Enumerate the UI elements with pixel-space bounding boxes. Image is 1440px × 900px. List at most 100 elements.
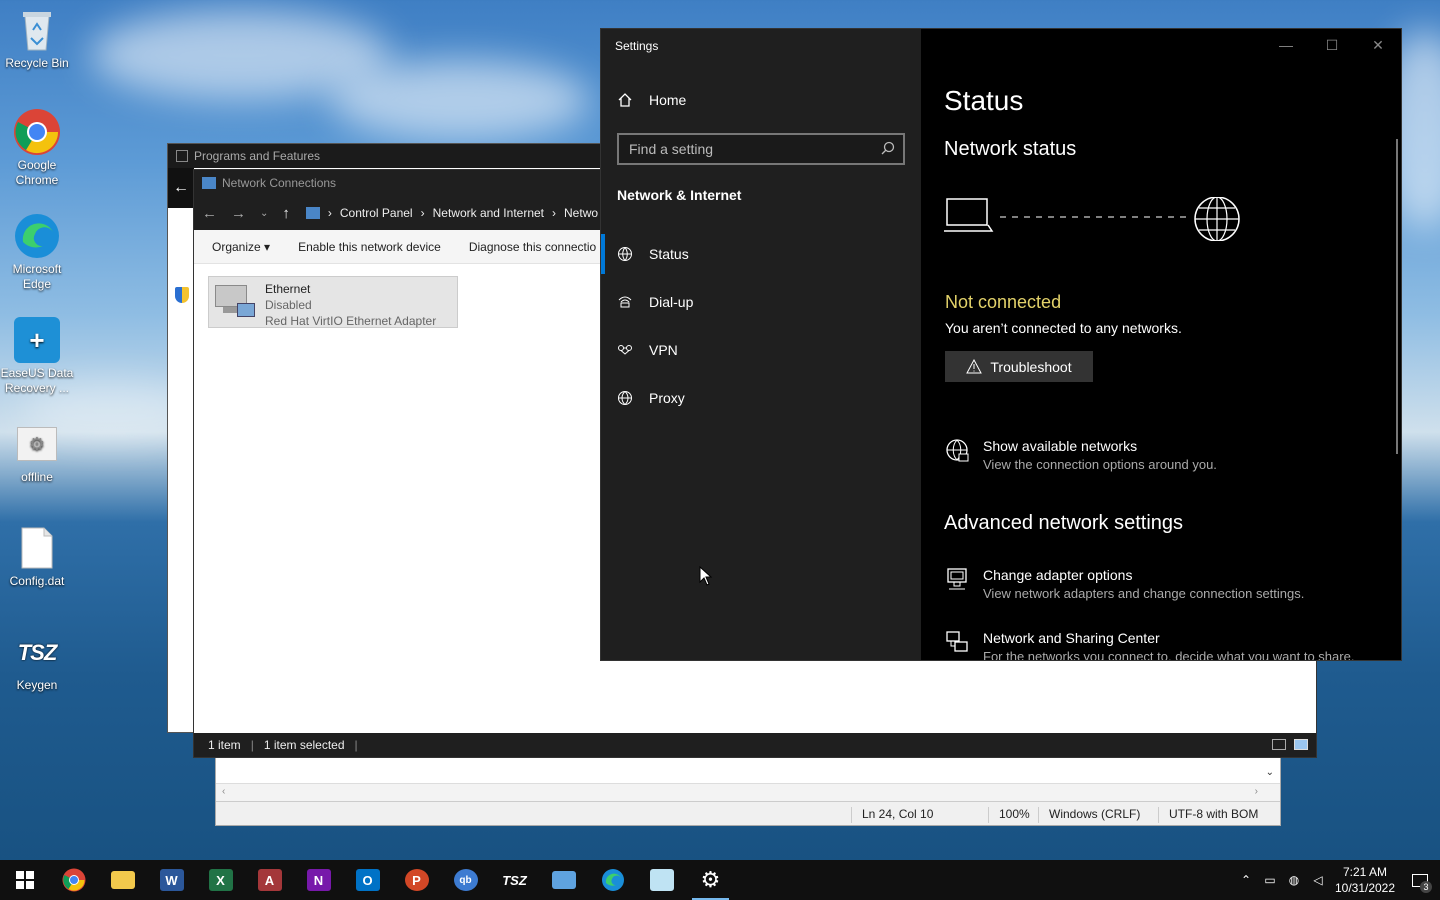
powerpoint-icon: P <box>404 869 429 891</box>
breadcrumb-network-and-internet[interactable]: Network and Internet <box>433 206 544 220</box>
breadcrumb[interactable]: › Control Panel › Network and Internet ›… <box>305 206 598 220</box>
recent-locations-icon[interactable]: ⌄ <box>260 208 268 219</box>
settings-search-input[interactable]: Find a setting <box>617 133 905 165</box>
taskbar: W X A N O P qb TSZ ⚙ ⌃ ▭ ◍ ◁ 7:21 AM 10/… <box>0 860 1440 900</box>
taskbar-settings[interactable]: ⚙ <box>686 860 735 900</box>
taskbar-file-explorer[interactable] <box>98 860 147 900</box>
system-tray: ⌃ ▭ ◍ ◁ 7:21 AM 10/31/2022 3 <box>1234 860 1440 900</box>
taskbar-edge[interactable] <box>588 860 637 900</box>
taskbar-qbittorrent[interactable]: qb <box>441 860 490 900</box>
minimize-icon[interactable]: — <box>1263 29 1309 61</box>
show-available-networks-link[interactable]: Show available networks View the connect… <box>945 438 1217 472</box>
section-title: Network & Internet <box>617 187 742 203</box>
chevron-up-icon[interactable]: ⌃ <box>1234 873 1258 887</box>
forward-icon[interactable]: → <box>231 205 246 222</box>
taskbar-powerpoint[interactable]: P <box>392 860 441 900</box>
nav-item-proxy[interactable]: Proxy <box>601 378 921 418</box>
close-icon[interactable]: ✕ <box>1355 29 1401 61</box>
qbittorrent-icon: qb <box>453 869 478 891</box>
connection-state: Not connected <box>945 292 1062 312</box>
network-globe-icon[interactable]: ◍ <box>1282 873 1306 887</box>
home-label: Home <box>649 92 687 108</box>
settings-sidebar: Settings Home Find a setting Network & I… <box>601 29 921 660</box>
breadcrumb-network-connections[interactable]: Netwo <box>564 206 598 220</box>
network-status-heading: Network status <box>944 138 1077 160</box>
start-button[interactable] <box>0 860 49 900</box>
nav-item-status[interactable]: Status <box>601 234 921 274</box>
edge-icon <box>601 869 624 891</box>
search-icon[interactable] <box>881 141 895 155</box>
nav-item-vpn[interactable]: VPN <box>601 330 921 370</box>
network-connections-icon <box>202 177 216 189</box>
change-adapter-options-link[interactable]: Change adapter options View network adap… <box>945 567 1304 601</box>
scroll-right-icon[interactable]: › <box>1255 786 1258 797</box>
programs-titlebar[interactable]: Programs and Features <box>168 144 606 168</box>
back-arrow-icon[interactable]: ← <box>168 168 194 208</box>
details-view-icon[interactable] <box>1272 739 1286 750</box>
file-explorer-icon <box>110 871 135 889</box>
search-placeholder: Find a setting <box>629 141 714 157</box>
scroll-left-icon[interactable]: ‹ <box>222 786 225 797</box>
volume-muted-icon[interactable]: ◁ <box>1306 873 1330 887</box>
clock-time: 7:21 AM <box>1342 865 1388 879</box>
desktop-icon-chrome[interactable]: Google Chrome <box>0 108 74 188</box>
clock[interactable]: 7:21 AM 10/31/2022 <box>1330 864 1400 896</box>
mouse-cursor-icon <box>699 566 713 586</box>
large-icons-view-icon[interactable] <box>1294 739 1308 750</box>
show-networks-desc: View the connection options around you. <box>983 457 1217 472</box>
up-icon[interactable]: ↑ <box>282 205 290 222</box>
taskbar-excel[interactable]: X <box>196 860 245 900</box>
desktop-icon-keygen[interactable]: TSZ Keygen <box>0 628 74 693</box>
advanced-settings-heading: Advanced network settings <box>944 512 1184 534</box>
taskbar-keygen[interactable]: TSZ <box>490 860 539 900</box>
desktop-icon-label: Keygen <box>16 678 58 692</box>
onenote-icon: N <box>306 869 331 891</box>
back-icon[interactable]: ← <box>202 205 217 222</box>
home-nav-item[interactable]: Home <box>617 92 686 108</box>
desktop-icon-label: Recycle Bin <box>5 56 69 70</box>
clock-date: 10/31/2022 <box>1334 881 1396 895</box>
taskbar-onenote[interactable]: N <box>294 860 343 900</box>
desktop-icon-offline[interactable]: ⚙ offline <box>0 420 74 485</box>
adapter-description: Red Hat VirtIO Ethernet Adapter <box>265 314 437 328</box>
desktop-icon-config[interactable]: Config.dat <box>0 524 74 589</box>
diagnose-button[interactable]: Diagnose this connectio <box>469 240 596 254</box>
enable-device-button[interactable]: Enable this network device <box>298 240 441 254</box>
settings-window[interactable]: Settings Home Find a setting Network & I… <box>600 28 1402 661</box>
networks-globe-icon <box>946 439 969 462</box>
settings-icon: ⚙ <box>700 867 721 892</box>
taskbar-network-connections[interactable] <box>539 860 588 900</box>
taskbar-access[interactable]: A <box>245 860 294 900</box>
maximize-icon[interactable]: ☐ <box>1309 29 1355 61</box>
taskbar-outlook[interactable]: O <box>343 860 392 900</box>
taskbar-notepad[interactable] <box>637 860 686 900</box>
breadcrumb-control-panel[interactable]: Control Panel <box>340 206 413 220</box>
nav-label-vpn: VPN <box>649 342 678 358</box>
easeus-icon: + <box>13 316 61 364</box>
desktop-icon-recycle-bin[interactable]: Recycle Bin <box>0 6 74 71</box>
action-center-icon[interactable]: 3 <box>1400 860 1440 900</box>
netconn-window-title: Network Connections <box>222 176 337 190</box>
meet-now-icon[interactable]: ▭ <box>1258 873 1282 887</box>
taskbar-word[interactable]: W <box>147 860 196 900</box>
organize-button[interactable]: Organize ▾ <box>212 240 270 254</box>
ethernet-adapter-icon <box>213 281 257 323</box>
nav-item-dialup[interactable]: Dial-up <box>601 282 921 322</box>
ethernet-adapter-item[interactable]: Ethernet Disabled Red Hat VirtIO Etherne… <box>208 276 458 328</box>
desktop-icon-edge[interactable]: Microsoft Edge <box>0 212 74 292</box>
laptop-icon <box>944 198 994 232</box>
settings-scrollbar[interactable] <box>1396 139 1398 454</box>
horizontal-scrollbar[interactable]: ‹ › <box>216 783 1280 801</box>
troubleshoot-button[interactable]: Troubleshoot <box>945 351 1093 382</box>
sharing-center-icon <box>946 631 968 652</box>
taskbar-chrome[interactable] <box>49 860 98 900</box>
vpn-icon <box>618 345 632 355</box>
chevron-down-icon[interactable]: ⌄ <box>1266 767 1274 778</box>
notepad-window[interactable]: ⌄ ‹ › Ln 24, Col 10 100% Windows (CRLF) … <box>215 756 1281 826</box>
desktop-icon-label: EaseUS Data Recovery ... <box>0 366 74 395</box>
desktop-icon-easeus[interactable]: + EaseUS Data Recovery ... <box>0 316 74 396</box>
network-sharing-center-link[interactable]: Network and Sharing Center For the netwo… <box>945 630 1354 660</box>
notepad-statusbar: Ln 24, Col 10 100% Windows (CRLF) UTF-8 … <box>216 801 1280 825</box>
keygen-icon: TSZ <box>502 872 527 888</box>
zoom-level: 100% <box>988 807 1030 823</box>
